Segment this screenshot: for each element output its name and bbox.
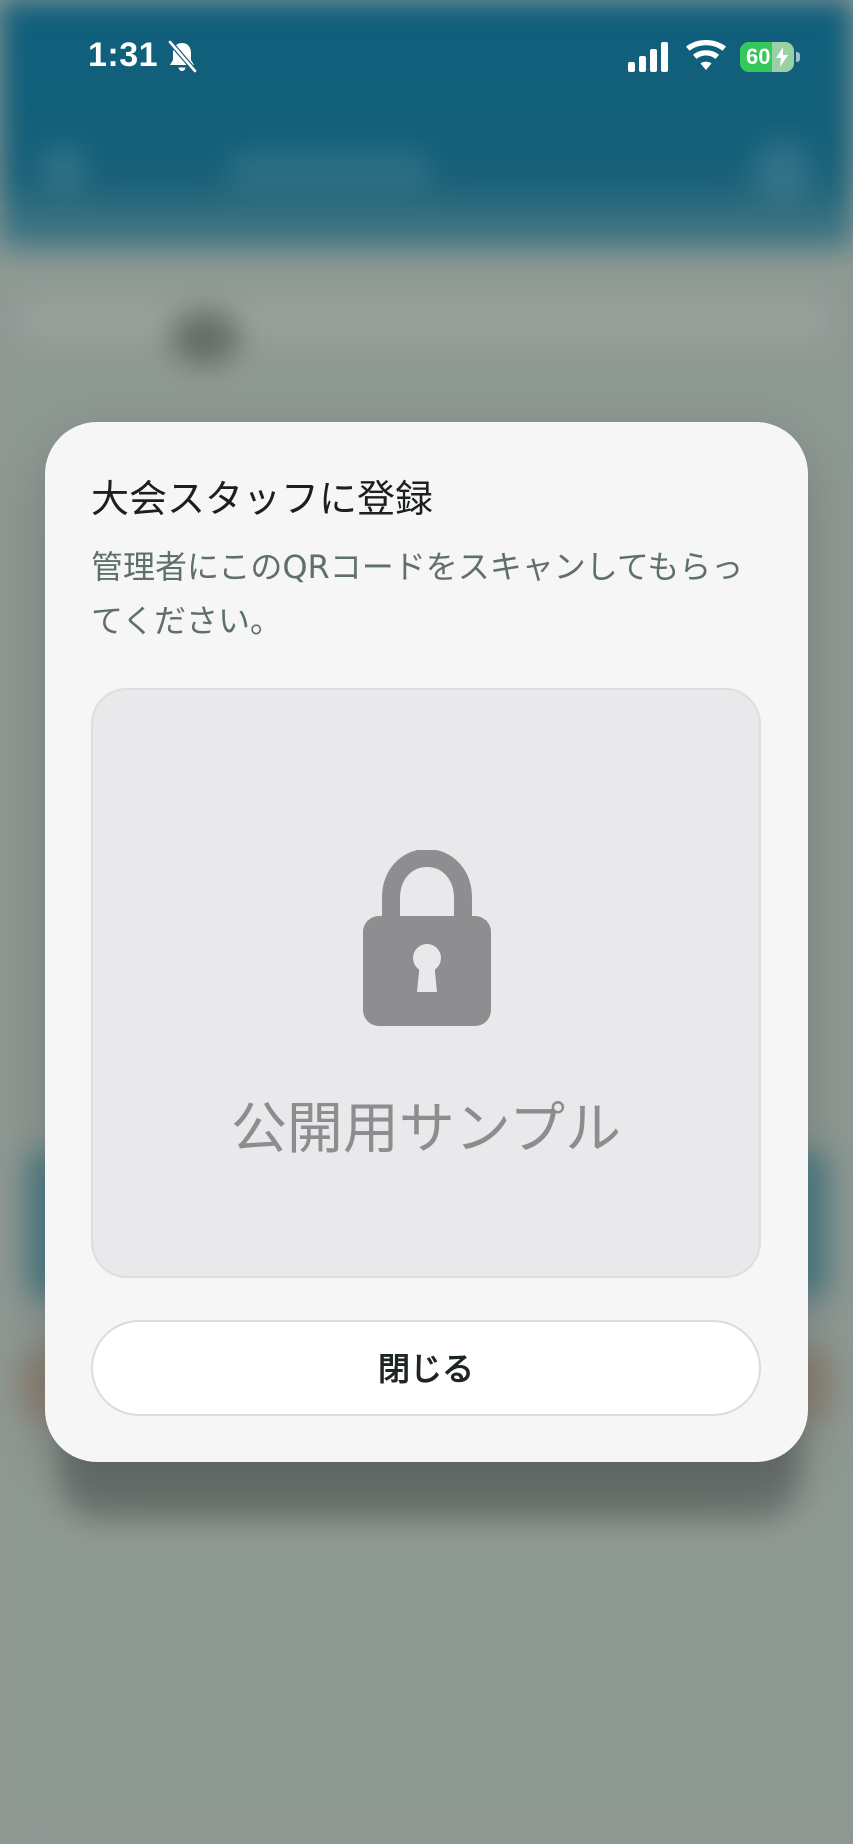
lock-icon	[363, 850, 491, 1026]
cellular-signal-icon	[628, 42, 668, 72]
background-row	[20, 300, 830, 340]
dialog-title: 大会スタッフに登録	[91, 477, 434, 521]
screen: 1:31 60 大会スタッフに登録 管理者にこのQRコードをスキャンしてもらって…	[0, 0, 853, 1844]
bell-slash-icon	[167, 40, 198, 74]
status-time: 1:31	[88, 36, 159, 74]
qr-sample-label: 公開用サンプル	[230, 1097, 622, 1162]
background-back-button	[40, 145, 86, 191]
status-bar: 1:31 60	[0, 0, 853, 110]
background-title	[230, 152, 430, 188]
dialog-message: 管理者にこのQRコードをスキャンしてもらってください。	[91, 548, 744, 640]
charging-bolt-icon	[776, 47, 788, 67]
qr-code-placeholder: 公開用サンプル	[91, 688, 761, 1278]
battery-indicator: 60	[740, 42, 794, 72]
wifi-icon	[686, 40, 726, 70]
battery-cap	[796, 52, 800, 62]
background-avatar	[170, 310, 240, 366]
staff-registration-dialog: 大会スタッフに登録 管理者にこのQRコードをスキャンしてもらってください。 公開…	[45, 422, 808, 1462]
battery-percent: 60	[746, 44, 771, 69]
background-menu-button	[753, 140, 813, 200]
close-button[interactable]: 閉じる	[91, 1320, 761, 1416]
